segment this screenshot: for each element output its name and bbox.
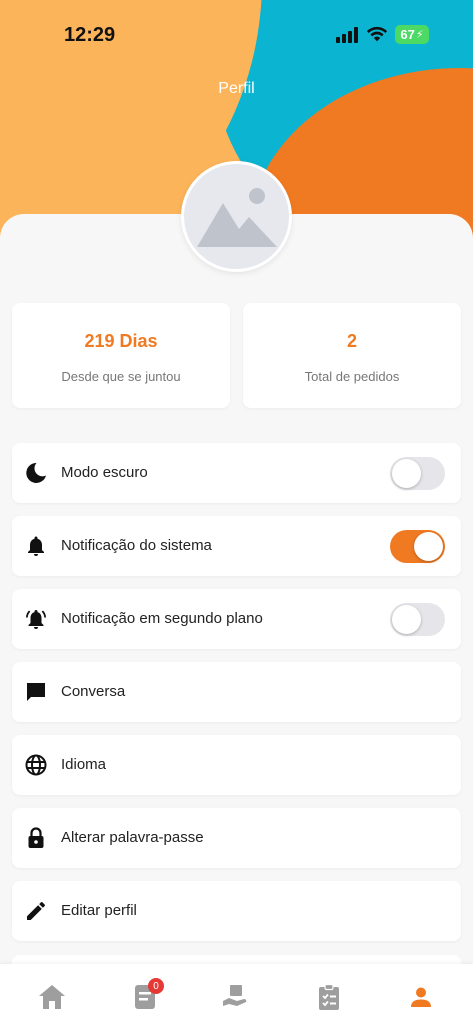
- lock-icon: [28, 827, 44, 848]
- stat-days-card: 219 Dias Desde que se juntou: [12, 303, 230, 408]
- nav-delivery[interactable]: [221, 982, 251, 1012]
- settings-label: Editar perfil: [61, 902, 137, 919]
- settings-row-language[interactable]: Idioma: [12, 735, 461, 795]
- settings-label: Notificação do sistema: [61, 537, 212, 554]
- stat-orders-card: 2 Total de pedidos: [243, 303, 461, 408]
- stat-days-value: 219 Dias: [84, 331, 158, 351]
- checklist-icon: [319, 983, 339, 1010]
- nav-profile[interactable]: [406, 982, 436, 1012]
- nav-orders[interactable]: 0: [130, 978, 164, 1012]
- battery-indicator: 67 ⚡: [395, 25, 429, 44]
- stat-days-label: Desde que se juntou: [61, 369, 181, 384]
- settings-row-chat[interactable]: Conversa: [12, 662, 461, 722]
- settings-label: Idioma: [61, 756, 107, 773]
- nav-home[interactable]: [37, 982, 67, 1012]
- page-title: Perfil: [218, 80, 255, 97]
- bell-icon: [28, 536, 44, 556]
- stat-orders-label: Total de pedidos: [304, 369, 400, 384]
- signal-icon: [336, 27, 360, 43]
- wifi-icon: [366, 26, 388, 42]
- bell-ring-icon: [26, 610, 46, 629]
- avatar[interactable]: [181, 161, 292, 272]
- settings-label: Alterar palavra-passe: [61, 829, 204, 846]
- delivery-icon: [223, 985, 247, 1006]
- charging-icon: ⚡: [415, 29, 424, 41]
- nav-checklist[interactable]: [314, 982, 344, 1012]
- settings-row-dark-mode[interactable]: Modo escuro: [12, 443, 461, 503]
- chat-icon: [27, 683, 45, 701]
- profile-icon: [411, 987, 431, 1007]
- image-placeholder-icon: [196, 187, 277, 247]
- settings-label: Notificação em segundo plano: [61, 610, 263, 627]
- settings-row-system-notification[interactable]: Notificação do sistema: [12, 516, 461, 576]
- moon-icon: [26, 462, 46, 483]
- settings-label: Conversa: [61, 683, 126, 700]
- pencil-icon: [27, 902, 45, 920]
- settings-row-background-notification[interactable]: Notificação em segundo plano: [12, 589, 461, 649]
- status-bar: 12:29 67 ⚡: [0, 0, 473, 68]
- home-icon: [39, 985, 65, 1009]
- settings-label: Modo escuro: [61, 464, 148, 481]
- globe-icon: [25, 754, 47, 776]
- background-notification-toggle[interactable]: [390, 603, 445, 636]
- battery-level: 67: [400, 27, 415, 42]
- status-time: 12:29: [64, 24, 116, 46]
- system-notification-toggle[interactable]: [390, 530, 445, 563]
- stat-orders-value: 2: [346, 331, 357, 351]
- bottom-navigation: 0: [0, 964, 473, 1024]
- orders-badge: 0: [148, 978, 164, 994]
- settings-row-edit-profile[interactable]: Editar perfil: [12, 881, 461, 941]
- settings-row-change-password[interactable]: Alterar palavra-passe: [12, 808, 461, 868]
- dark-mode-toggle[interactable]: [390, 457, 445, 490]
